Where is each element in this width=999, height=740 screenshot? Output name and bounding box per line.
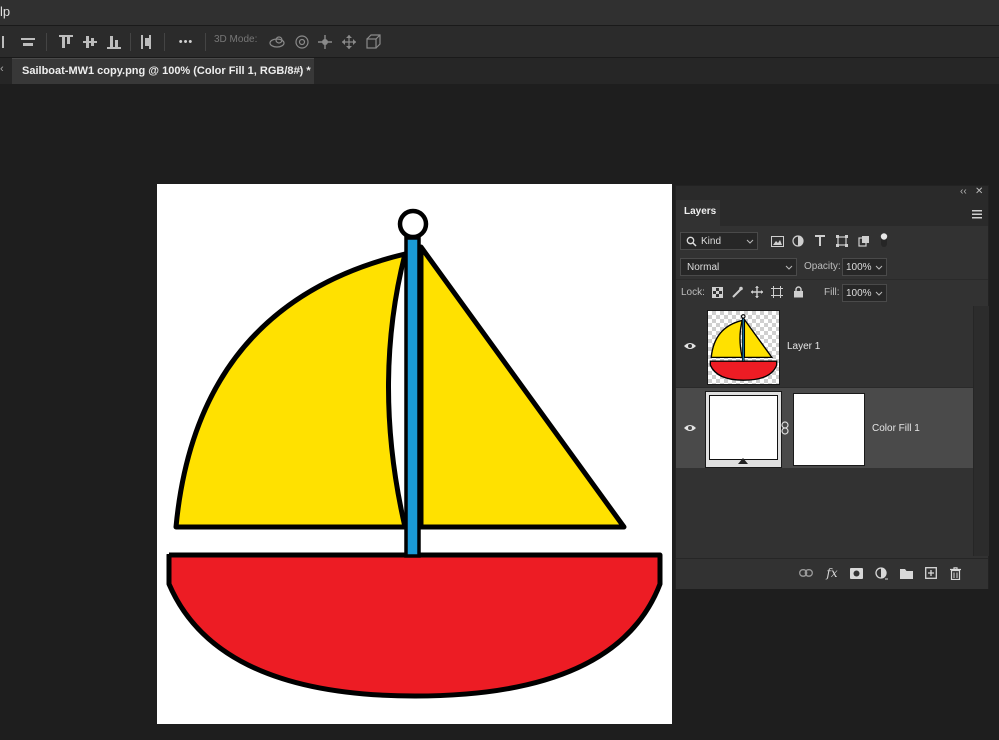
lock-transparent-icon[interactable] <box>710 285 724 299</box>
fill-label: Fill: <box>824 287 840 298</box>
fill-field[interactable]: 100% <box>842 284 887 302</box>
chevron-down-icon <box>746 239 754 244</box>
orbit-3d-icon[interactable] <box>266 26 288 57</box>
adjustment-layer-icon[interactable] <box>873 565 889 581</box>
scale-3d-icon[interactable] <box>362 26 384 57</box>
lock-label: Lock: <box>681 287 705 298</box>
lock-position-icon[interactable] <box>750 285 764 299</box>
align-vertical-center-icon[interactable] <box>80 26 100 57</box>
layers-panel: ‹‹ ✕ Layers Kind Normal Opacity: 100% Lo… <box>675 185 989 589</box>
search-icon <box>686 236 697 247</box>
trash-icon[interactable] <box>947 565 963 581</box>
lock-all-icon[interactable] <box>791 285 805 299</box>
panel-tab-strip: Layers <box>676 200 988 226</box>
tab-layers[interactable]: Layers <box>676 200 720 226</box>
layer-mask-thumbnail[interactable] <box>793 393 865 466</box>
filter-toggle-icon[interactable] <box>878 231 890 249</box>
filter-shape-icon[interactable] <box>834 233 850 249</box>
align-left-edge-icon[interactable] <box>0 26 10 57</box>
mast <box>404 236 421 558</box>
add-mask-icon[interactable] <box>848 565 864 581</box>
align-top-edge-icon[interactable] <box>56 26 76 57</box>
chevron-down-icon <box>875 265 883 270</box>
link-chain-icon[interactable] <box>780 421 790 435</box>
chevron-down-icon <box>875 291 883 296</box>
align-bottom-edge-icon[interactable] <box>104 26 124 57</box>
filter-pixel-icon[interactable] <box>769 233 785 249</box>
fill-value: 100% <box>846 288 872 299</box>
hull <box>166 552 663 699</box>
layer-row-layer-1[interactable]: Layer 1 <box>676 306 973 388</box>
hull-gap-left <box>157 530 169 554</box>
document-tab-bar: Sailboat-MW1 copy.png @ 100% (Color Fill… <box>0 58 999 85</box>
document-tab-title[interactable]: Sailboat-MW1 copy.png @ 100% (Color Fill… <box>22 65 311 77</box>
layer-1-name[interactable]: Layer 1 <box>787 341 820 352</box>
sailboat-illustration <box>157 208 663 699</box>
layers-list: Layer 1 Color Fill 1 <box>676 306 973 556</box>
distribute-icon[interactable] <box>136 26 156 57</box>
eye-icon[interactable] <box>682 338 698 354</box>
lock-image-pixels-icon[interactable] <box>730 285 744 299</box>
blend-row: Normal Opacity: 100% <box>676 254 988 279</box>
menu-bar: lp <box>0 0 999 26</box>
collapse-panel-icon[interactable]: ‹‹ <box>960 186 967 197</box>
filter-kind-select[interactable]: Kind <box>680 232 758 250</box>
close-icon[interactable]: × <box>295 65 301 77</box>
color-fill-1-name[interactable]: Color Fill 1 <box>872 423 920 434</box>
slide-3d-icon[interactable] <box>338 26 360 57</box>
chevron-down-icon <box>785 265 793 270</box>
layers-panel-footer: fx <box>676 558 988 589</box>
link-layers-icon[interactable] <box>798 565 814 581</box>
layer-row-color-fill-1[interactable]: Color Fill 1 <box>676 388 973 468</box>
lock-row: Lock: Fill: 100% <box>676 279 988 305</box>
filter-row: Kind <box>676 228 988 254</box>
lock-artboard-icon[interactable] <box>770 285 784 299</box>
new-layer-icon[interactable] <box>923 565 939 581</box>
panel-menu-icon[interactable] <box>972 206 982 224</box>
jib-sail <box>418 244 627 530</box>
more-options-button[interactable]: ••• <box>172 26 200 57</box>
pan-3d-icon[interactable] <box>314 26 336 57</box>
layer-1-thumbnail <box>707 310 780 385</box>
menu-help-fragment[interactable]: lp <box>0 4 10 19</box>
fx-icon[interactable]: fx <box>823 564 841 582</box>
blend-mode-select[interactable]: Normal <box>680 258 797 276</box>
close-panel-icon[interactable]: ✕ <box>975 186 983 197</box>
fill-layer-thumbnail[interactable] <box>705 391 782 468</box>
new-group-icon[interactable] <box>898 565 914 581</box>
document-canvas[interactable] <box>157 184 672 724</box>
roll-3d-icon[interactable] <box>291 26 313 57</box>
opacity-value: 100% <box>846 262 872 273</box>
opacity-field[interactable]: 100% <box>842 258 887 276</box>
filter-smart-object-icon[interactable] <box>856 233 872 249</box>
mast-top <box>397 208 429 240</box>
main-sail <box>173 251 408 530</box>
blend-mode-value: Normal <box>687 262 720 273</box>
align-horizontal-center-icon[interactable] <box>18 26 38 57</box>
tab-scroll-left-icon[interactable]: ‹ <box>0 63 4 75</box>
panel-titlebar: ‹‹ ✕ <box>676 186 988 200</box>
tab-layers-label: Layers <box>684 206 717 217</box>
filter-adjustment-icon[interactable] <box>790 233 806 249</box>
document-tab[interactable]: Sailboat-MW1 copy.png @ 100% (Color Fill… <box>12 58 314 85</box>
options-bar: ••• 3D Mode: <box>0 26 999 58</box>
filter-kind-value: Kind <box>701 236 722 247</box>
3d-mode-label: 3D Mode: <box>214 34 258 45</box>
opacity-label: Opacity: <box>804 261 841 272</box>
filter-type-icon[interactable] <box>812 233 828 249</box>
layers-scrollbar[interactable] <box>973 306 989 556</box>
eye-icon[interactable] <box>682 420 698 436</box>
